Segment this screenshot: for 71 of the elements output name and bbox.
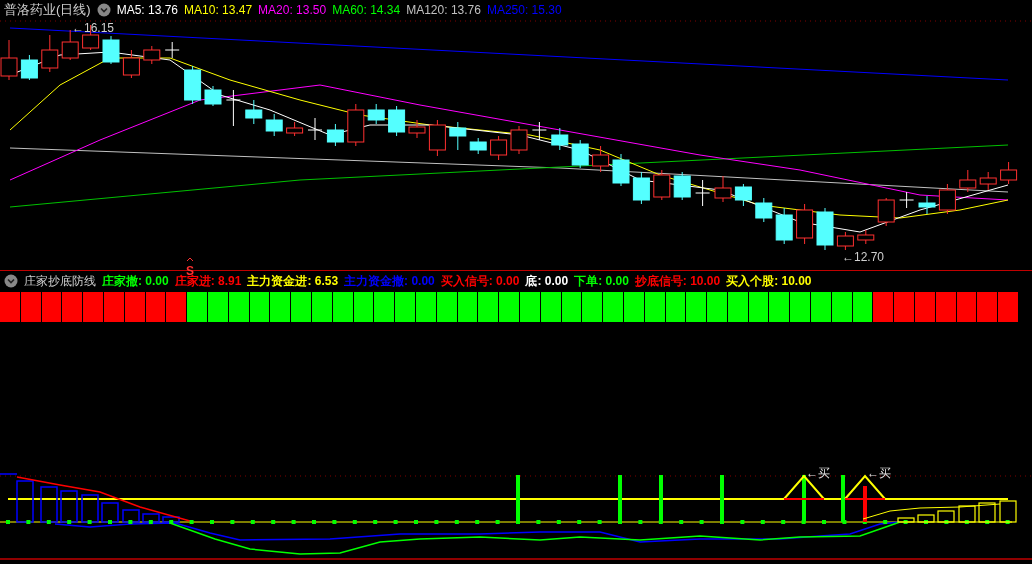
stock-title: 普洛药业(日线) (4, 1, 91, 20)
candlestick (204, 85, 222, 107)
caret-icon (186, 257, 194, 262)
candlestick (449, 121, 467, 151)
indicator-value: 主力资金撤: 0.00 (344, 272, 435, 290)
candlestick (408, 119, 426, 139)
candlestick (653, 169, 671, 201)
candlestick (184, 65, 202, 105)
candlestick (857, 229, 875, 245)
indicator-value: 主力资金进: 6.53 (247, 272, 339, 290)
indicator-value: MA120: 13.76 (406, 2, 481, 19)
indicator-value: MA250: 15.30 (486, 2, 562, 19)
candlestick (41, 34, 59, 73)
price-label: ←12.70 (842, 251, 885, 263)
candlestick (490, 135, 508, 161)
candlestick (286, 121, 304, 137)
indicator-value: 庄家撤: 0.00 (102, 272, 169, 290)
candlestick (836, 231, 854, 251)
candlestick (347, 103, 365, 147)
candlestick (326, 123, 344, 147)
indicator-value: MA60: 14.34 (332, 2, 401, 19)
candlestick (775, 207, 793, 245)
candlestick (796, 203, 814, 245)
dropdown-icon[interactable] (96, 3, 111, 17)
candlestick (551, 127, 569, 151)
candlestick (714, 175, 732, 203)
candlestick (510, 125, 528, 155)
candlestick (102, 35, 120, 65)
candlestick (469, 137, 487, 155)
dropdown-icon[interactable] (4, 273, 18, 288)
candlestick (164, 41, 180, 59)
indicator-title: 庄家抄底防线 (24, 272, 96, 290)
indicator-value: 买入个股: 10.00 (726, 272, 812, 290)
indicator-value: MA20: 13.50 (258, 2, 327, 19)
indicator-value: 庄家进: 8.91 (174, 273, 242, 290)
candlestick (877, 197, 895, 227)
indicator-value: MA10: 13.47 (184, 2, 253, 19)
candlestick (959, 169, 977, 193)
candlestick (307, 117, 323, 141)
candlestick (20, 54, 38, 81)
candlestick (592, 145, 610, 173)
candlestick (899, 191, 915, 209)
candlestick (245, 99, 263, 125)
candlestick (0, 39, 18, 81)
candlestick (367, 103, 385, 125)
candlestick (632, 171, 650, 205)
indicator-value: 买入信号: 0.00 (440, 272, 520, 290)
candlestick (695, 179, 711, 207)
candlestick (388, 105, 406, 137)
candlestick (612, 153, 630, 187)
candlestick (816, 207, 834, 251)
candlestick (265, 113, 283, 137)
candlestick (918, 195, 936, 215)
candlestick (428, 119, 446, 157)
buy-label: ←买 (867, 467, 891, 479)
buy-label: ←买 (806, 467, 830, 479)
candlestick (734, 183, 752, 207)
candlestick (938, 183, 956, 215)
candlestick (673, 171, 691, 201)
candlestick (571, 139, 589, 169)
candlestick (755, 197, 773, 223)
candlestick (122, 49, 140, 79)
indicator-value: 底: 0.00 (525, 272, 569, 290)
candlestick (225, 89, 241, 127)
indicator-value: 抄底信号: 10.00 (634, 272, 721, 290)
indicator-value: 下单: 0.00 (574, 272, 629, 290)
candlestick (1000, 161, 1018, 185)
candlestick (979, 171, 997, 191)
indicator-value: MA5: 13.76 (116, 2, 179, 19)
candlestick (531, 121, 547, 141)
candlestick (143, 45, 161, 65)
